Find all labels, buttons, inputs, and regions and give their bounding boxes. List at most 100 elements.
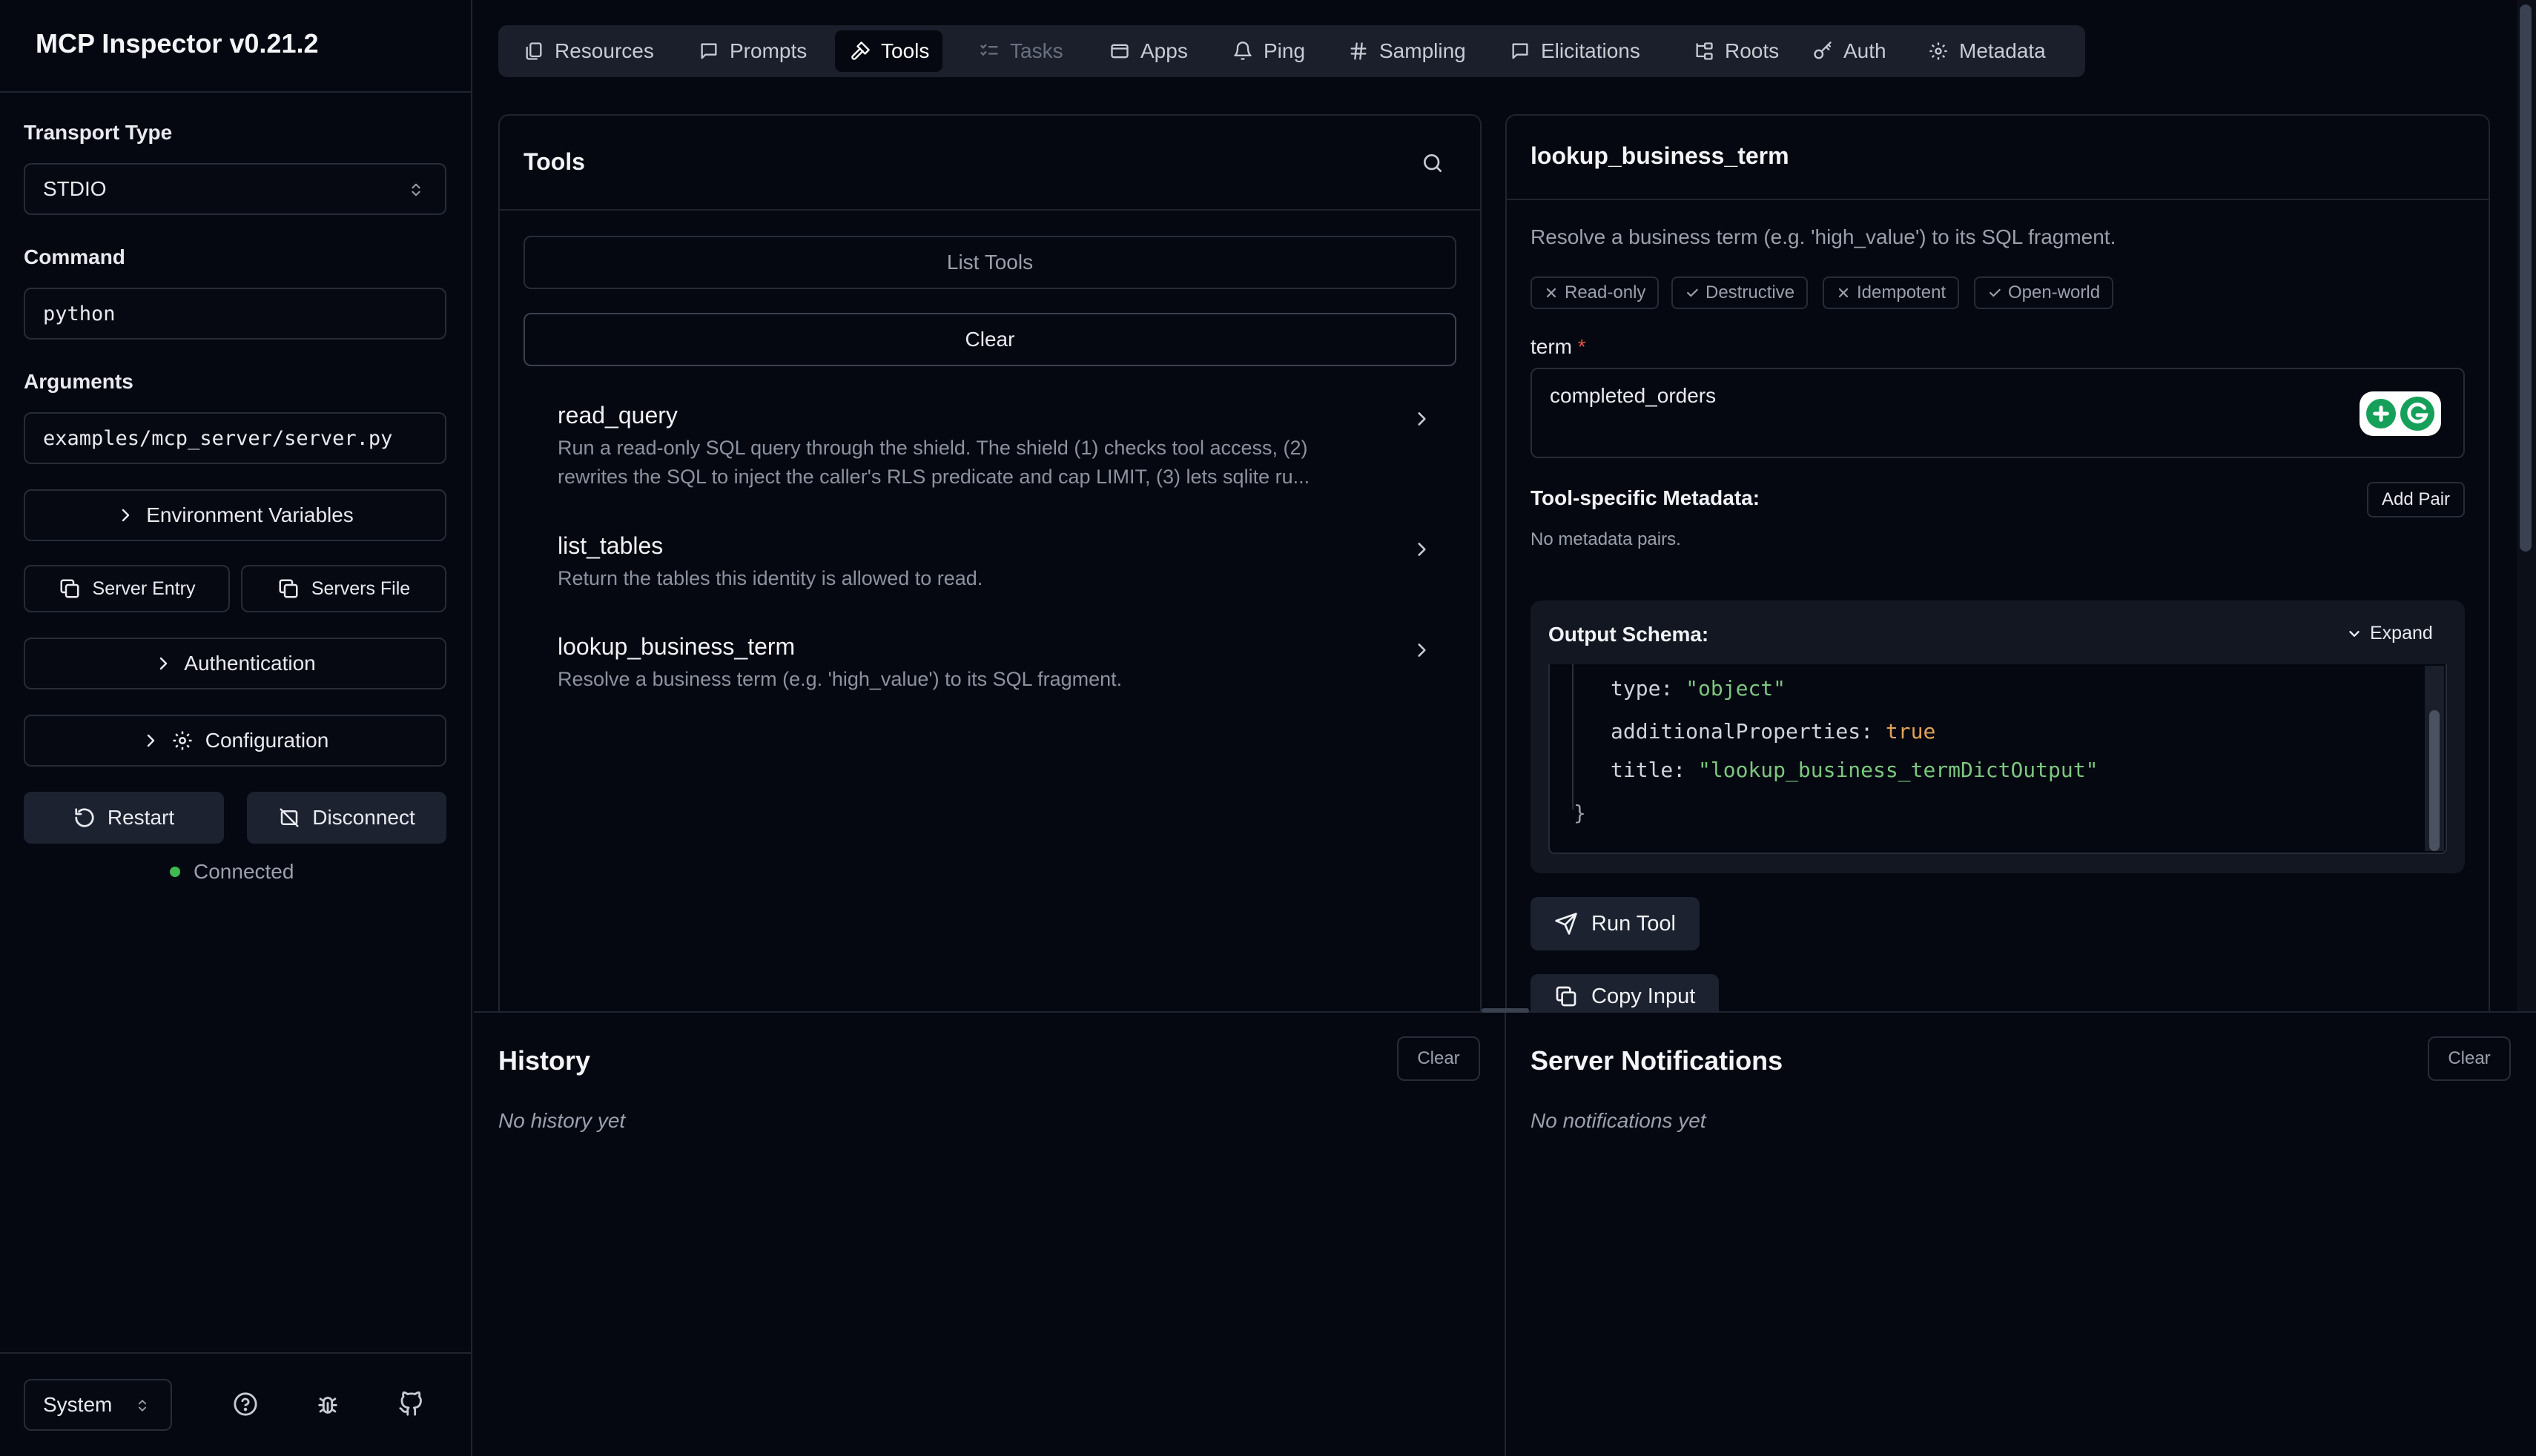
key-icon bbox=[1812, 41, 1833, 62]
page-scrollbar-thumb[interactable] bbox=[2520, 4, 2532, 552]
servers-file-button[interactable]: Servers File bbox=[241, 565, 446, 612]
tool-detail-title: lookup_business_term bbox=[1530, 142, 1789, 169]
term-textarea[interactable]: completed_orders bbox=[1530, 368, 2465, 458]
x-icon bbox=[1544, 285, 1559, 300]
chevron-right-icon bbox=[116, 506, 134, 524]
clear-history-button[interactable]: Clear bbox=[1397, 1036, 1480, 1081]
tool-name: read_query bbox=[558, 402, 678, 428]
tab-prompts[interactable]: Prompts bbox=[684, 30, 820, 72]
message-icon bbox=[699, 41, 719, 62]
tool-description: Run a read-only SQL query through the sh… bbox=[558, 434, 1410, 492]
schema-value: "object" bbox=[1685, 676, 1786, 701]
rotate-ccw-icon bbox=[73, 807, 96, 829]
add-pair-button[interactable]: Add Pair bbox=[2367, 482, 2465, 517]
tab-tools[interactable]: Tools bbox=[835, 30, 943, 72]
x-icon bbox=[1836, 285, 1851, 300]
tool-name: lookup_business_term bbox=[558, 633, 796, 660]
chevron-right-icon[interactable] bbox=[1412, 409, 1431, 428]
tab-label: Tasks bbox=[1010, 39, 1063, 62]
tool-description: Resolve a business term (e.g. 'high_valu… bbox=[558, 668, 1123, 690]
gear-icon bbox=[1928, 41, 1949, 62]
send-icon bbox=[1554, 912, 1578, 936]
help-icon[interactable] bbox=[233, 1392, 258, 1417]
tab-auth[interactable]: Auth bbox=[1797, 30, 1900, 72]
arguments-input[interactable]: examples/mcp_server/server.py bbox=[24, 412, 446, 464]
tab-bar: Resources Prompts Tools Tasks Apps Ping … bbox=[498, 25, 2085, 77]
tab-apps[interactable]: Apps bbox=[1094, 30, 1201, 72]
authentication-label: Authentication bbox=[184, 652, 316, 675]
chevron-right-icon[interactable] bbox=[1412, 540, 1431, 559]
tool-item-lookup-business-term[interactable]: lookup_business_term Resolve a business … bbox=[558, 633, 1410, 694]
list-checks-icon bbox=[979, 41, 1000, 62]
tab-label: Tools bbox=[881, 39, 930, 62]
authentication-button[interactable]: Authentication bbox=[24, 638, 446, 689]
chevron-down-icon bbox=[2346, 626, 2362, 642]
search-icon[interactable] bbox=[1421, 151, 1444, 175]
chevron-right-icon bbox=[142, 732, 159, 749]
transport-type-select[interactable]: STDIO bbox=[24, 163, 446, 215]
badge-open-world: Open-world bbox=[1974, 277, 2114, 309]
copy-icon bbox=[59, 578, 81, 600]
tab-elicitations[interactable]: Elicitations bbox=[1495, 30, 1654, 72]
tool-description-line: Run a read-only SQL query through the sh… bbox=[558, 437, 1308, 459]
environment-variables-button[interactable]: Environment Variables bbox=[24, 489, 446, 541]
expand-schema-button[interactable]: Expand bbox=[2346, 623, 2433, 644]
tab-ping[interactable]: Ping bbox=[1218, 30, 1318, 72]
clear-tools-button[interactable]: Clear bbox=[524, 313, 1456, 366]
tab-label: Resources bbox=[555, 39, 654, 62]
server-entry-label: Server Entry bbox=[92, 578, 196, 599]
github-icon[interactable] bbox=[398, 1392, 423, 1417]
grammar-assistant-icon[interactable] bbox=[2360, 391, 2441, 436]
servers-file-label: Servers File bbox=[311, 578, 411, 599]
schema-key: additionalProperties: bbox=[1611, 719, 1874, 744]
chevron-up-down-icon bbox=[135, 1397, 150, 1414]
configuration-button[interactable]: Configuration bbox=[24, 715, 446, 767]
tab-metadata[interactable]: Metadata bbox=[1913, 30, 2059, 72]
sidebar-footer-divider bbox=[0, 1352, 471, 1354]
disconnect-button[interactable]: Disconnect bbox=[247, 792, 446, 844]
tool-item-read-query[interactable]: read_query Run a read-only SQL query thr… bbox=[558, 402, 1410, 492]
tab-roots[interactable]: Roots bbox=[1679, 30, 1792, 72]
tool-detail-divider bbox=[1507, 199, 2489, 200]
code-indent-guide bbox=[1572, 664, 1574, 810]
badge-read-only: Read-only bbox=[1530, 277, 1660, 309]
grammar-plus-icon bbox=[2366, 399, 2396, 428]
tool-description: Return the tables this identity is allow… bbox=[558, 567, 983, 589]
connection-status: Connected bbox=[170, 860, 294, 884]
restart-button[interactable]: Restart bbox=[24, 792, 224, 844]
gear-icon bbox=[171, 729, 194, 752]
tab-label: Sampling bbox=[1379, 39, 1466, 62]
bottom-vertical-divider bbox=[1505, 1013, 1506, 1456]
disconnect-label: Disconnect bbox=[312, 806, 415, 829]
tab-label: Apps bbox=[1140, 39, 1188, 62]
tab-tasks[interactable]: Tasks bbox=[964, 30, 1077, 72]
check-icon bbox=[1685, 285, 1700, 300]
copy-icon bbox=[277, 578, 300, 600]
grammar-g-icon bbox=[2400, 397, 2434, 431]
output-schema-label: Output Schema: bbox=[1548, 623, 1709, 646]
command-label: Command bbox=[24, 245, 125, 268]
copy-input-label: Copy Input bbox=[1591, 985, 1696, 1008]
bug-icon[interactable] bbox=[315, 1392, 340, 1417]
schema-value: true bbox=[1885, 719, 1936, 744]
schema-scrollbar-thumb[interactable] bbox=[2429, 710, 2440, 851]
term-value: completed_orders bbox=[1550, 384, 1717, 407]
tab-sampling[interactable]: Sampling bbox=[1333, 30, 1479, 72]
chevron-right-icon[interactable] bbox=[1412, 641, 1431, 660]
transport-type-value: STDIO bbox=[43, 177, 107, 200]
no-metadata-text: No metadata pairs. bbox=[1530, 529, 1681, 549]
run-tool-button[interactable]: Run Tool bbox=[1530, 897, 1700, 950]
tool-detail-description: Resolve a business term (e.g. 'high_valu… bbox=[1530, 225, 2116, 248]
badge-label: Destructive bbox=[1705, 282, 1795, 302]
command-input[interactable]: python bbox=[24, 288, 446, 340]
badge-label: Open-world bbox=[2008, 282, 2101, 302]
tool-item-list-tables[interactable]: list_tables Return the tables this ident… bbox=[558, 532, 1410, 593]
tool-metadata-label: Tool-specific Metadata: bbox=[1530, 486, 1760, 509]
copy-input-button[interactable]: Copy Input bbox=[1530, 974, 1720, 1011]
theme-select[interactable]: System bbox=[24, 1379, 172, 1431]
clear-notifications-button[interactable]: Clear bbox=[2428, 1036, 2511, 1081]
server-entry-button[interactable]: Server Entry bbox=[24, 565, 230, 612]
list-tools-button[interactable]: List Tools bbox=[524, 236, 1456, 289]
tab-resources[interactable]: Resources bbox=[509, 30, 667, 72]
app-title: MCP Inspector v0.21.2 bbox=[36, 28, 319, 59]
